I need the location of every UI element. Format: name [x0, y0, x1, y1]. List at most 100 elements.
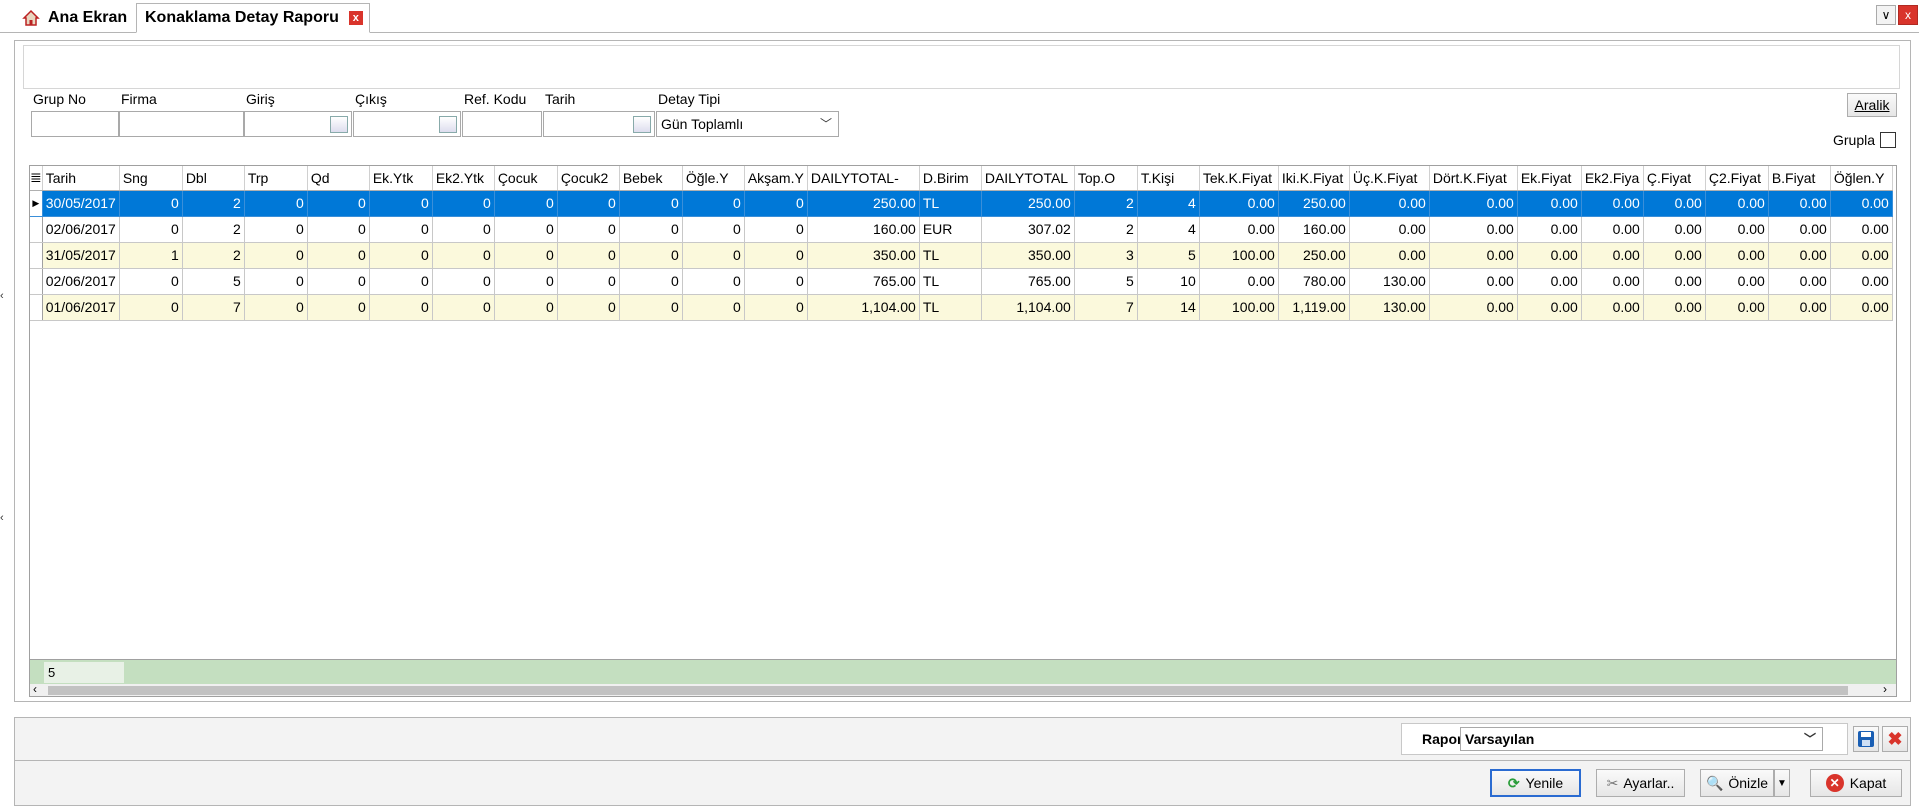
- table-cell[interactable]: 0.00: [1199, 216, 1279, 243]
- table-cell[interactable]: 0: [494, 216, 558, 243]
- table-cell[interactable]: 4: [1137, 190, 1200, 217]
- table-cell[interactable]: 4: [1137, 216, 1200, 243]
- table-cell[interactable]: 0.00: [1768, 242, 1831, 269]
- table-cell[interactable]: 0.00: [1581, 294, 1644, 321]
- onizle-dropdown-button[interactable]: ▼: [1774, 769, 1790, 797]
- table-cell[interactable]: 350.00: [807, 242, 920, 269]
- table-cell[interactable]: 0.00: [1349, 242, 1430, 269]
- table-cell[interactable]: 160.00: [807, 216, 920, 243]
- table-cell[interactable]: 100.00: [1199, 294, 1279, 321]
- table-cell[interactable]: 0.00: [1830, 216, 1893, 243]
- tab-ana-ekran[interactable]: Ana Ekran: [14, 3, 135, 33]
- col-header[interactable]: T.Kişi: [1137, 166, 1200, 191]
- table-cell[interactable]: TL: [919, 294, 982, 321]
- col-header[interactable]: D.Birim: [919, 166, 982, 191]
- row-indicator[interactable]: [30, 242, 43, 269]
- table-cell[interactable]: 3: [1074, 242, 1138, 269]
- table-cell[interactable]: 0.00: [1705, 294, 1769, 321]
- table-cell[interactable]: 5: [182, 268, 245, 295]
- calendar-icon[interactable]: [330, 116, 348, 133]
- table-cell[interactable]: 0: [619, 242, 683, 269]
- table-cell[interactable]: 0.00: [1643, 190, 1706, 217]
- table-cell[interactable]: 160.00: [1278, 216, 1350, 243]
- table-cell[interactable]: 0.00: [1517, 242, 1582, 269]
- table-cell[interactable]: 0: [369, 242, 433, 269]
- col-header[interactable]: Top.O: [1074, 166, 1138, 191]
- col-header[interactable]: Ç2.Fiyat: [1705, 166, 1769, 191]
- table-cell[interactable]: 01/06/2017: [42, 294, 120, 321]
- col-header[interactable]: Akşam.Y: [744, 166, 808, 191]
- table-cell[interactable]: 0: [744, 242, 808, 269]
- table-cell[interactable]: 250.00: [1278, 190, 1350, 217]
- row-indicator-icon[interactable]: ▶: [30, 190, 43, 217]
- table-cell[interactable]: 100.00: [1199, 242, 1279, 269]
- table-cell[interactable]: 0.00: [1705, 190, 1769, 217]
- table-cell[interactable]: 0: [557, 216, 620, 243]
- table-cell[interactable]: 0.00: [1349, 216, 1430, 243]
- table-cell[interactable]: 0.00: [1643, 294, 1706, 321]
- cikis-date-input[interactable]: [353, 111, 461, 137]
- calendar-icon[interactable]: [633, 116, 651, 133]
- table-cell[interactable]: 02/06/2017: [42, 268, 120, 295]
- tarih-date-input[interactable]: [543, 111, 655, 137]
- kapat-button[interactable]: ✕ Kapat: [1810, 769, 1902, 797]
- table-cell[interactable]: 5: [1137, 242, 1200, 269]
- table-cell[interactable]: 0: [369, 190, 433, 217]
- table-cell[interactable]: 0: [307, 268, 370, 295]
- table-cell[interactable]: 0.00: [1768, 294, 1831, 321]
- table-cell[interactable]: 350.00: [981, 242, 1075, 269]
- close-tab-icon[interactable]: x: [348, 11, 363, 25]
- table-cell[interactable]: 0: [494, 242, 558, 269]
- table-cell[interactable]: 0: [557, 190, 620, 217]
- table-cell[interactable]: 0: [619, 294, 683, 321]
- table-cell[interactable]: 0: [369, 294, 433, 321]
- table-cell[interactable]: 0: [619, 216, 683, 243]
- table-cell[interactable]: 0.00: [1830, 268, 1893, 295]
- table-cell[interactable]: 0: [619, 268, 683, 295]
- yenile-button[interactable]: ⟳ Yenile: [1490, 769, 1581, 797]
- table-cell[interactable]: 0.00: [1768, 216, 1831, 243]
- table-cell[interactable]: 0.00: [1199, 268, 1279, 295]
- table-cell[interactable]: 250.00: [1278, 242, 1350, 269]
- table-cell[interactable]: 130.00: [1349, 294, 1430, 321]
- row-indicator[interactable]: [30, 216, 43, 243]
- scroll-thumb[interactable]: [48, 686, 1848, 695]
- table-cell[interactable]: 0.00: [1517, 216, 1582, 243]
- column-chooser-icon[interactable]: ≣: [30, 166, 43, 191]
- table-cell[interactable]: 0.00: [1830, 294, 1893, 321]
- table-cell[interactable]: 2: [182, 242, 245, 269]
- table-cell[interactable]: 0.00: [1349, 190, 1430, 217]
- col-header[interactable]: Tarih: [42, 166, 120, 191]
- table-cell[interactable]: TL: [919, 242, 982, 269]
- table-cell[interactable]: 0: [682, 242, 745, 269]
- table-cell[interactable]: TL: [919, 190, 982, 217]
- table-cell[interactable]: 1,119.00: [1278, 294, 1350, 321]
- table-row[interactable]: 02/06/2017 0 2 0 0 0 0 0 0 0 0 0 160.00 EUR 307.02 2 4 0.…: [30, 216, 1893, 243]
- col-header[interactable]: Tek.K.Fiyat: [1199, 166, 1279, 191]
- table-cell[interactable]: 0: [744, 190, 808, 217]
- table-cell[interactable]: 0: [557, 242, 620, 269]
- table-cell[interactable]: 0: [432, 268, 495, 295]
- table-cell[interactable]: 0.00: [1705, 216, 1769, 243]
- col-header[interactable]: Üç.K.Fiyat: [1349, 166, 1430, 191]
- table-row[interactable]: 31/05/2017 1 2 0 0 0 0 0 0 0 0 0 350.00 TL 350.00 3 5 100…: [30, 242, 1893, 269]
- table-cell[interactable]: 0: [119, 190, 183, 217]
- table-cell[interactable]: 0.00: [1199, 190, 1279, 217]
- table-cell[interactable]: 0.00: [1581, 216, 1644, 243]
- table-cell[interactable]: 0.00: [1643, 216, 1706, 243]
- col-header[interactable]: Ç.Fiyat: [1643, 166, 1706, 191]
- table-cell[interactable]: 0: [432, 216, 495, 243]
- table-cell[interactable]: 0: [307, 242, 370, 269]
- table-cell[interactable]: 1: [119, 242, 183, 269]
- table-cell[interactable]: 0: [744, 216, 808, 243]
- table-cell[interactable]: 250.00: [807, 190, 920, 217]
- table-cell[interactable]: 0.00: [1517, 190, 1582, 217]
- table-cell[interactable]: 0.00: [1429, 294, 1518, 321]
- table-cell[interactable]: 0.00: [1429, 268, 1518, 295]
- table-cell[interactable]: 130.00: [1349, 268, 1430, 295]
- table-cell[interactable]: TL: [919, 268, 982, 295]
- col-header[interactable]: Qd: [307, 166, 370, 191]
- chevron-down-icon[interactable]: ∨: [1876, 5, 1896, 25]
- table-cell[interactable]: 0: [307, 190, 370, 217]
- table-cell[interactable]: 0.00: [1830, 190, 1893, 217]
